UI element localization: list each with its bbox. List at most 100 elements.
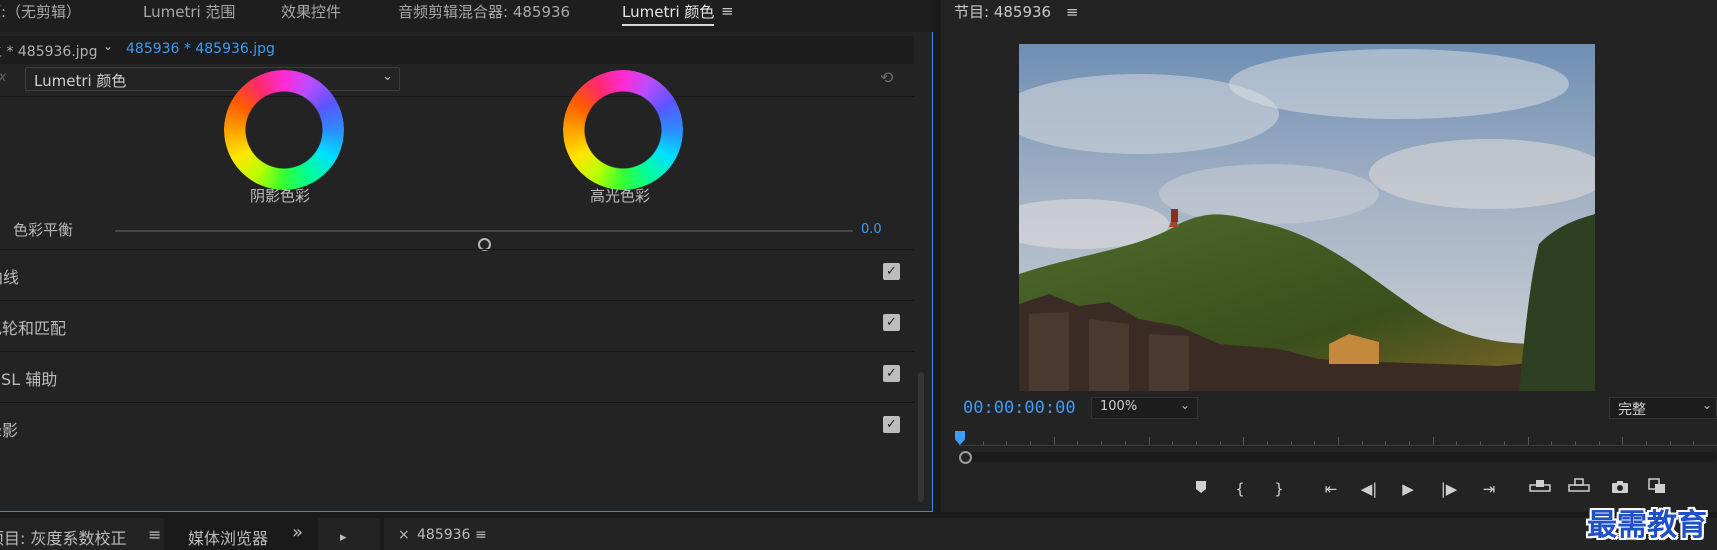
playback-resolution-value: 完整 (1618, 402, 1646, 418)
color-wheel-icon[interactable] (224, 70, 344, 190)
panel-menu-icon[interactable]: ≡ (721, 2, 734, 20)
shadow-tint-wheel[interactable] (224, 70, 344, 190)
section-vignette[interactable]: 晕影 ✓ (0, 402, 914, 453)
ruler-tick (1480, 441, 1481, 445)
playhead-timecode[interactable]: 00:00:00:00 (963, 398, 1076, 418)
enable-checkbox[interactable]: ✓ (883, 314, 900, 331)
extract-button[interactable] (1568, 478, 1590, 500)
shadow-tint-label: 阴影色彩 (250, 187, 311, 205)
color-balance-value[interactable]: 0.0 (861, 222, 882, 237)
step-forward-button[interactable]: |▶ (1438, 478, 1460, 500)
watermark-logo: 最需教育 (1587, 508, 1707, 543)
playback-resolution-dropdown[interactable]: 完整 ⌄ (1609, 397, 1717, 419)
ruler-tick (1006, 441, 1007, 445)
play-icon: ▶ (1402, 480, 1414, 498)
section-title: 曲线 (0, 268, 20, 287)
mark-out-icon: } (1274, 480, 1284, 498)
lumetri-color-panel: 源:（无剪辑） Lumetri 范围 效果控件 音频剪辑混合器: 485936 … (0, 0, 933, 512)
enable-checkbox[interactable]: ✓ (883, 416, 900, 433)
program-monitor: 节目: 485936 ≡ 00:00:00:00 100% ⌄ 完整 ⌄ {}… (941, 0, 1717, 512)
lift-icon (1529, 480, 1551, 492)
more-tabs-icon[interactable]: » (292, 522, 303, 543)
section-curves[interactable]: 曲线 ✓ (0, 249, 914, 300)
chevron-down-icon[interactable]: ⌄ (103, 39, 113, 53)
tab-source[interactable]: 源:（无剪辑） (0, 1, 81, 25)
color-balance-row: 色彩平衡 0.0 (0, 216, 914, 251)
sequence-tab-label[interactable]: 485936 (417, 527, 470, 543)
color-wheel-icon[interactable] (563, 70, 683, 190)
go-to-out-button[interactable]: ⇥ (1478, 478, 1500, 500)
bottom-panel-tabs: 项目: 灰度系数校正 ≡ 媒体浏览器 » ▸ × 485936 ≡ (0, 518, 1717, 550)
ruler-tick (1101, 441, 1102, 445)
tab-project[interactable]: 项目: 灰度系数校正 ≡ (0, 518, 164, 550)
section-color-wheels-match[interactable]: 色轮和匹配 ✓ (0, 300, 914, 351)
highlight-tint-label: 高光色彩 (590, 187, 651, 205)
panel-menu-icon[interactable]: ≡ (148, 525, 161, 544)
effect-dropdown-value: Lumetri 颜色 (34, 72, 127, 90)
zoom-level-dropdown[interactable]: 100% ⌄ (1091, 397, 1198, 419)
program-video-frame[interactable] (1019, 44, 1595, 391)
mark-in-icon: { (1235, 480, 1245, 498)
chevron-down-icon: ⌄ (1701, 398, 1712, 412)
reset-icon[interactable]: ⟲ (880, 68, 893, 87)
section-title: 晕影 (0, 421, 19, 440)
time-ruler[interactable] (959, 430, 1717, 450)
timeline-panel-tab: × 485936 ≡ (384, 518, 1717, 550)
step-back-button[interactable]: ◀| (1358, 478, 1380, 500)
ruler-tick (1504, 441, 1505, 445)
ruler-tick (1433, 437, 1434, 445)
master-clip-label[interactable]: 主 * 485936.jpg (0, 41, 97, 61)
scrollbar-thumb[interactable] (918, 372, 924, 502)
panel-tab-bar: 源:（无剪辑） Lumetri 范围 效果控件 音频剪辑混合器: 485936 … (0, 0, 933, 32)
ruler-tick (1291, 441, 1292, 445)
section-title: HSL 辅助 (0, 370, 58, 389)
export-frame-button[interactable] (1609, 478, 1631, 500)
program-monitor-title[interactable]: 节目: 485936 ≡ (954, 1, 1078, 22)
go-to-in-button[interactable]: ⇤ (1320, 478, 1342, 500)
ruler-tick (1243, 437, 1244, 445)
color-balance-slider[interactable] (115, 230, 853, 251)
mark-in-button[interactable]: { (1229, 478, 1251, 500)
ruler-baseline (959, 445, 1717, 446)
tab-lumetri-color[interactable]: Lumetri 颜色 (622, 1, 715, 26)
add-marker-button[interactable] (1190, 478, 1212, 500)
tab-audio-clip-mixer[interactable]: 音频剪辑混合器: 485936 (398, 1, 570, 25)
lift-button[interactable] (1529, 478, 1551, 500)
ruler-tick (1385, 441, 1386, 445)
ruler-tick (1077, 441, 1078, 445)
panel-menu-icon[interactable]: ≡ (475, 527, 487, 543)
panel-menu-icon[interactable]: ≡ (1066, 3, 1079, 21)
ruler-tick (1149, 437, 1150, 445)
mark-out-button[interactable]: } (1268, 478, 1290, 500)
tab-media-browser[interactable]: 媒体浏览器 (188, 525, 268, 549)
creative-wheels: 阴影色彩 高光色彩 (0, 70, 914, 206)
ruler-tick (1362, 441, 1363, 445)
go-to-out-icon: ⇥ (1482, 480, 1496, 498)
close-tab-icon[interactable]: × (398, 527, 410, 543)
ruler-tick (1220, 441, 1221, 445)
highlight-tint-wheel[interactable] (563, 70, 683, 190)
ruler-tick (1622, 437, 1623, 445)
ruler-tick (1693, 441, 1694, 445)
ruler-tick (1646, 441, 1647, 445)
program-title-text: 节目: 485936 (954, 3, 1052, 21)
ruler-tick (1267, 441, 1268, 445)
enable-checkbox[interactable]: ✓ (883, 263, 900, 280)
chevron-down-icon: ⌄ (1179, 398, 1190, 412)
ruler-tick (1599, 441, 1600, 445)
tab-effect-controls[interactable]: 效果控件 (281, 1, 341, 25)
clip-selector-bar: 主 * 485936.jpg ⌄ 485936 * 485936.jpg (0, 36, 914, 64)
zoom-scroll-bar[interactable] (959, 452, 1717, 462)
landscape-image (1019, 44, 1595, 391)
zoom-level-value: 100% (1100, 399, 1138, 414)
fx-icon[interactable]: fx (0, 70, 6, 85)
comparison-view-button[interactable] (1646, 478, 1668, 500)
selection-tool-icon[interactable]: ▸ (340, 530, 347, 545)
play-button[interactable]: ▶ (1397, 478, 1419, 500)
tab-lumetri-scopes[interactable]: Lumetri 范围 (143, 1, 235, 25)
zoom-scroll-handle[interactable] (959, 451, 972, 464)
sequence-clip-label[interactable]: 485936 * 485936.jpg (126, 41, 275, 57)
enable-checkbox[interactable]: ✓ (883, 365, 900, 382)
vertical-scrollbar[interactable] (914, 96, 928, 510)
section-hsl-secondary[interactable]: HSL 辅助 ✓ (0, 351, 914, 402)
